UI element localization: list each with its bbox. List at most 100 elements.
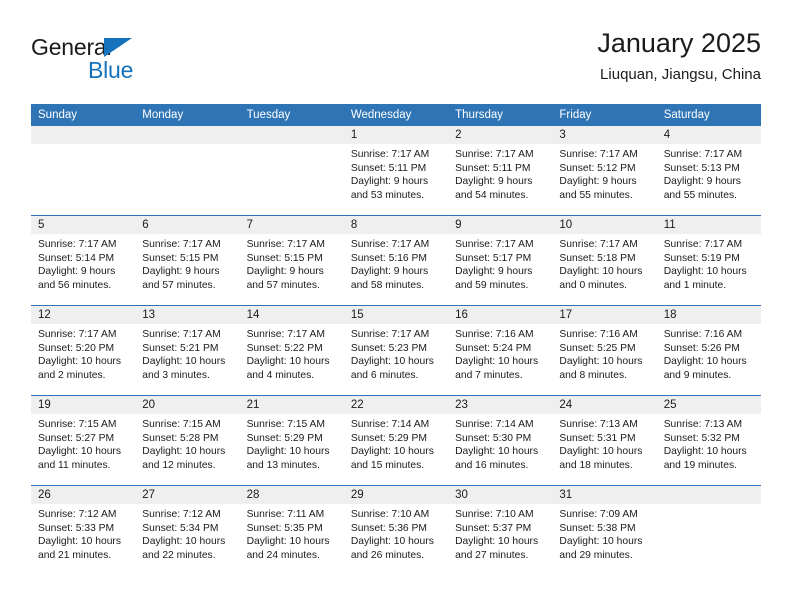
calendar-body: 1 Sunrise: 7:17 AM Sunset: 5:11 PM Daylight… — [31, 126, 761, 575]
day-number: 24 — [552, 396, 657, 414]
day-number: 8 — [343, 216, 449, 234]
day-cell-inner: 22 Sunrise: 7:14 AM Sunset: 5:29 PM Dayligh… — [343, 396, 449, 485]
logo-triangle-icon — [104, 38, 132, 57]
calendar-day-cell[interactable]: 16 Sunrise: 7:16 AM Sunset: 5:24 PM Dayligh… — [448, 305, 553, 396]
day-details — [31, 144, 135, 148]
day-details: Sunrise: 7:17 AM Sunset: 5:22 PM Daylight:… — [240, 324, 344, 382]
sunset-text: Sunset: 5:21 PM — [142, 342, 219, 354]
calendar-day-cell[interactable]: 29 Sunrise: 7:10 AM Sunset: 5:36 PM Dayligh… — [343, 485, 449, 575]
sunset-text: Sunset: 5:20 PM — [38, 342, 115, 354]
sunset-text: Sunset: 5:19 PM — [663, 252, 740, 264]
day-number: 18 — [656, 306, 761, 324]
day-number: 3 — [552, 126, 657, 144]
calendar-day-cell — [31, 126, 136, 216]
daylight-text: Daylight: 10 hours and 3 minutes. — [142, 356, 226, 381]
calendar-day-cell[interactable]: 7 Sunrise: 7:17 AM Sunset: 5:15 PM Daylight… — [239, 215, 344, 306]
day-cell-inner: 24 Sunrise: 7:13 AM Sunset: 5:31 PM Dayligh… — [552, 396, 657, 485]
day-number — [656, 486, 761, 504]
day-cell-inner: 4 Sunrise: 7:17 AM Sunset: 5:13 PM Daylight… — [656, 126, 761, 215]
calendar-day-cell[interactable]: 22 Sunrise: 7:14 AM Sunset: 5:29 PM Dayligh… — [343, 395, 449, 486]
day-details — [657, 504, 761, 508]
day-cell-inner: 27 Sunrise: 7:12 AM Sunset: 5:34 PM Dayligh… — [135, 486, 240, 575]
calendar-day-cell[interactable]: 21 Sunrise: 7:15 AM Sunset: 5:29 PM Dayligh… — [239, 395, 344, 486]
day-details — [135, 144, 239, 148]
sunrise-text: Sunrise: 7:17 AM — [559, 149, 638, 160]
day-details: Sunrise: 7:11 AM Sunset: 5:35 PM Daylight:… — [240, 504, 344, 562]
day-cell-inner: 6 Sunrise: 7:17 AM Sunset: 5:15 PM Daylight… — [135, 216, 240, 305]
daylight-text: Daylight: 10 hours and 8 minutes. — [559, 356, 643, 381]
calendar-day-cell[interactable]: 15 Sunrise: 7:17 AM Sunset: 5:23 PM Dayligh… — [343, 305, 449, 396]
daylight-text: Daylight: 10 hours and 7 minutes. — [455, 356, 539, 381]
day-number: 7 — [239, 216, 344, 234]
day-number: 30 — [448, 486, 553, 504]
calendar-day-cell[interactable]: 8 Sunrise: 7:17 AM Sunset: 5:16 PM Daylight… — [343, 215, 449, 306]
day-details: Sunrise: 7:17 AM Sunset: 5:15 PM Daylight:… — [135, 234, 239, 292]
sunrise-text: Sunrise: 7:15 AM — [38, 419, 117, 430]
calendar-day-cell[interactable]: 27 Sunrise: 7:12 AM Sunset: 5:34 PM Dayligh… — [135, 485, 240, 575]
day-number: 15 — [343, 306, 449, 324]
calendar-day-cell[interactable]: 3 Sunrise: 7:17 AM Sunset: 5:12 PM Daylight… — [552, 126, 657, 216]
sunset-text: Sunset: 5:37 PM — [455, 522, 532, 534]
daylight-text: Daylight: 9 hours and 53 minutes. — [350, 176, 429, 201]
day-number: 20 — [135, 396, 240, 414]
calendar-day-cell[interactable]: 20 Sunrise: 7:15 AM Sunset: 5:28 PM Dayligh… — [135, 395, 240, 486]
calendar-day-cell[interactable]: 6 Sunrise: 7:17 AM Sunset: 5:15 PM Daylight… — [135, 215, 240, 306]
calendar-day-cell[interactable]: 14 Sunrise: 7:17 AM Sunset: 5:22 PM Dayligh… — [239, 305, 344, 396]
weekday-header-thursday: Thursday — [448, 104, 553, 126]
day-cell-inner: 5 Sunrise: 7:17 AM Sunset: 5:14 PM Daylight… — [31, 216, 136, 305]
day-number: 12 — [31, 306, 136, 324]
sunset-text: Sunset: 5:33 PM — [38, 522, 115, 534]
sunrise-text: Sunrise: 7:14 AM — [455, 419, 534, 430]
sunrise-text: Sunrise: 7:17 AM — [350, 329, 430, 340]
day-details: Sunrise: 7:10 AM Sunset: 5:36 PM Daylight:… — [344, 504, 448, 562]
sunrise-text: Sunrise: 7:12 AM — [142, 509, 221, 520]
day-number: 17 — [552, 306, 657, 324]
day-number: 16 — [448, 306, 553, 324]
sunrise-text: Sunrise: 7:12 AM — [38, 509, 117, 520]
calendar-day-cell[interactable]: 12 Sunrise: 7:17 AM Sunset: 5:20 PM Dayligh… — [31, 305, 136, 396]
daylight-text: Daylight: 10 hours and 24 minutes. — [246, 536, 330, 561]
daylight-text: Daylight: 9 hours and 58 minutes. — [350, 266, 429, 291]
calendar-day-cell[interactable]: 26 Sunrise: 7:12 AM Sunset: 5:33 PM Dayligh… — [31, 485, 136, 575]
calendar-day-cell[interactable]: 23 Sunrise: 7:14 AM Sunset: 5:30 PM Dayligh… — [448, 395, 553, 486]
calendar-week-row: 12 Sunrise: 7:17 AM Sunset: 5:20 PM Dayligh… — [31, 305, 761, 396]
calendar-week-row: 19 Sunrise: 7:15 AM Sunset: 5:27 PM Dayligh… — [31, 395, 761, 486]
calendar-day-cell[interactable]: 1 Sunrise: 7:17 AM Sunset: 5:11 PM Daylight… — [343, 126, 449, 216]
day-cell-inner: 1 Sunrise: 7:17 AM Sunset: 5:11 PM Daylight… — [343, 126, 449, 215]
calendar-week-row: 26 Sunrise: 7:12 AM Sunset: 5:33 PM Dayligh… — [31, 485, 761, 575]
weekday-header-sunday: Sunday — [31, 104, 136, 126]
sunrise-text: Sunrise: 7:17 AM — [246, 329, 325, 340]
calendar-day-cell[interactable]: 31 Sunrise: 7:09 AM Sunset: 5:38 PM Dayligh… — [552, 485, 657, 575]
calendar-day-cell[interactable]: 4 Sunrise: 7:17 AM Sunset: 5:13 PM Daylight… — [656, 126, 761, 216]
day-cell-inner: 17 Sunrise: 7:16 AM Sunset: 5:25 PM Dayligh… — [552, 306, 657, 395]
day-number — [31, 126, 136, 144]
daylight-text: Daylight: 9 hours and 54 minutes. — [455, 176, 533, 201]
day-details: Sunrise: 7:17 AM Sunset: 5:20 PM Daylight:… — [31, 324, 135, 382]
day-cell-inner: 31 Sunrise: 7:09 AM Sunset: 5:38 PM Dayligh… — [552, 486, 657, 575]
daylight-text: Daylight: 10 hours and 1 minute. — [663, 266, 747, 291]
calendar-day-cell[interactable]: 28 Sunrise: 7:11 AM Sunset: 5:35 PM Dayligh… — [239, 485, 344, 575]
sunset-text: Sunset: 5:24 PM — [455, 342, 532, 354]
day-details: Sunrise: 7:09 AM Sunset: 5:38 PM Daylight:… — [552, 504, 656, 562]
day-cell-inner: 15 Sunrise: 7:17 AM Sunset: 5:23 PM Dayligh… — [343, 306, 449, 395]
generalblue-logo[interactable]: General Blue — [31, 35, 231, 91]
calendar-day-cell[interactable]: 17 Sunrise: 7:16 AM Sunset: 5:25 PM Dayligh… — [552, 305, 657, 396]
sunrise-text: Sunrise: 7:11 AM — [246, 509, 325, 520]
day-details: Sunrise: 7:14 AM Sunset: 5:30 PM Daylight:… — [448, 414, 552, 472]
calendar-day-cell[interactable]: 13 Sunrise: 7:17 AM Sunset: 5:21 PM Dayligh… — [135, 305, 240, 396]
calendar-day-cell[interactable]: 25 Sunrise: 7:13 AM Sunset: 5:32 PM Dayligh… — [656, 395, 761, 486]
calendar-day-cell[interactable]: 18 Sunrise: 7:16 AM Sunset: 5:26 PM Dayligh… — [656, 305, 761, 396]
calendar-day-cell[interactable]: 19 Sunrise: 7:15 AM Sunset: 5:27 PM Dayligh… — [31, 395, 136, 486]
calendar-page: General Blue January 2025 Liuquan, Jiang… — [0, 0, 792, 612]
calendar-day-cell[interactable]: 5 Sunrise: 7:17 AM Sunset: 5:14 PM Daylight… — [31, 215, 136, 306]
day-number: 21 — [239, 396, 344, 414]
calendar-day-cell[interactable]: 10 Sunrise: 7:17 AM Sunset: 5:18 PM Dayligh… — [552, 215, 657, 306]
day-cell-inner — [239, 126, 344, 215]
calendar-day-cell[interactable]: 30 Sunrise: 7:10 AM Sunset: 5:37 PM Dayligh… — [448, 485, 553, 575]
calendar-day-cell[interactable]: 24 Sunrise: 7:13 AM Sunset: 5:31 PM Dayligh… — [552, 395, 657, 486]
weekday-header-friday: Friday — [552, 104, 657, 126]
calendar-day-cell[interactable]: 9 Sunrise: 7:17 AM Sunset: 5:17 PM Daylight… — [448, 215, 553, 306]
calendar-day-cell[interactable]: 2 Sunrise: 7:17 AM Sunset: 5:11 PM Daylight… — [448, 126, 553, 216]
calendar-day-cell[interactable]: 11 Sunrise: 7:17 AM Sunset: 5:19 PM Dayligh… — [656, 215, 761, 306]
daylight-text: Daylight: 10 hours and 2 minutes. — [38, 356, 121, 381]
